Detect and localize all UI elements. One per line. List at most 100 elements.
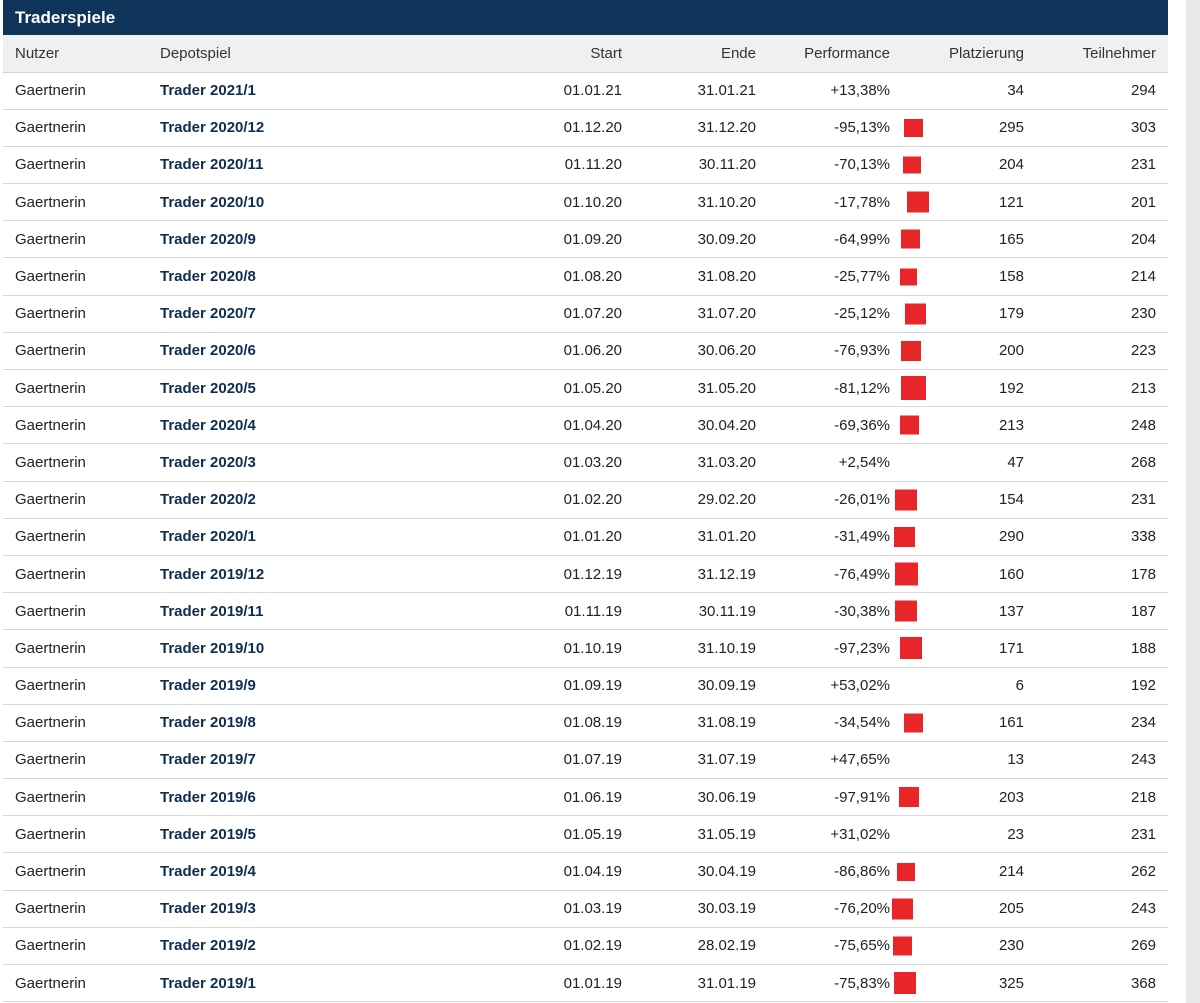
cell-nutzer: Gaertnerin	[3, 481, 160, 519]
cell-nutzer: Gaertnerin	[3, 815, 160, 854]
cell-depotspiel-link[interactable]: Trader 2019/2	[160, 927, 465, 966]
table-row: Gaertnerin Trader 2020/9 01.09.20 30.09.20-…	[3, 220, 1168, 259]
cell-depotspiel-link[interactable]: Trader 2020/9	[160, 220, 465, 259]
cell-performance: -70,13%	[756, 146, 921, 185]
table-row: Gaertnerin Trader 2019/1 01.01.19 31.01.19-…	[3, 964, 1168, 1003]
cell-nutzer: Gaertnerin	[3, 741, 160, 780]
cell-depotspiel-link[interactable]: Trader 2020/10	[160, 183, 465, 222]
performance-marker	[901, 376, 926, 401]
cell-depotspiel-link[interactable]: Trader 2019/11	[160, 592, 465, 631]
cell-depotspiel-link[interactable]: Trader 2021/1	[160, 72, 465, 110]
table-row: Gaertnerin Trader 2019/2 01.02.19 28.02.19-…	[3, 927, 1168, 966]
table-row: Gaertnerin Trader 2019/3 01.03.19 30.03.19-…	[3, 890, 1168, 928]
cell-teilnehmer: 231	[1024, 815, 1168, 854]
col-header-performance[interactable]: Performance	[756, 35, 890, 73]
cell-depotspiel-link[interactable]: Trader 2019/10	[160, 629, 465, 668]
cell-depotspiel-link[interactable]: Trader 2020/1	[160, 518, 465, 556]
cell-ende: 30.09.19	[622, 667, 756, 705]
cell-teilnehmer: 223	[1024, 332, 1168, 371]
traderspiele-panel: Traderspiele Nutzer Depotspiel Start End…	[3, 0, 1168, 1003]
col-header-start[interactable]: Start	[465, 35, 622, 73]
cell-depotspiel-link[interactable]: Trader 2019/7	[160, 741, 465, 780]
col-header-platzierung[interactable]: Platzierung	[890, 35, 1024, 73]
cell-teilnehmer: 231	[1024, 146, 1168, 185]
cell-start: 01.01.20	[465, 518, 622, 556]
cell-depotspiel-link[interactable]: Trader 2020/7	[160, 295, 465, 333]
col-header-ende[interactable]: Ende	[622, 35, 756, 73]
window-edge	[1186, 0, 1200, 1003]
col-header-teilnehmer[interactable]: Teilnehmer	[1024, 35, 1168, 73]
cell-performance: +2,54%	[756, 443, 890, 482]
table-body: Gaertnerin Trader 2021/1 01.01.21 31.01.21 +…	[3, 72, 1168, 1003]
performance-marker	[894, 526, 915, 547]
cell-depotspiel-link[interactable]: Trader 2020/4	[160, 406, 465, 445]
cell-ende: 30.04.19	[622, 852, 756, 891]
cell-ende: 30.06.19	[622, 778, 756, 817]
performance-marker	[901, 229, 920, 249]
cell-performance: -64,99%	[756, 220, 920, 259]
cell-nutzer: Gaertnerin	[3, 667, 160, 705]
cell-depotspiel-link[interactable]: Trader 2019/6	[160, 778, 465, 817]
cell-teilnehmer: 187	[1024, 592, 1168, 631]
cell-teilnehmer: 214	[1024, 257, 1168, 296]
cell-depotspiel-link[interactable]: Trader 2020/11	[160, 146, 465, 185]
cell-performance: -75,83%	[756, 964, 916, 1003]
performance-marker	[903, 156, 921, 174]
cell-start: 01.06.20	[465, 332, 622, 371]
cell-depotspiel-link[interactable]: Trader 2019/5	[160, 815, 465, 854]
cell-nutzer: Gaertnerin	[3, 332, 160, 371]
cell-performance: -76,20%	[756, 890, 913, 928]
cell-start: 01.03.19	[465, 890, 622, 928]
cell-depotspiel-link[interactable]: Trader 2019/8	[160, 704, 465, 742]
cell-performance: -26,01%	[756, 481, 917, 519]
cell-depotspiel-link[interactable]: Trader 2019/3	[160, 890, 465, 928]
cell-teilnehmer: 243	[1024, 890, 1168, 928]
cell-performance: -95,13%	[756, 109, 923, 147]
cell-start: 01.06.19	[465, 778, 622, 817]
table-row: Gaertnerin Trader 2019/5 01.05.19 31.05.19 +…	[3, 815, 1168, 854]
cell-performance: -81,12%	[756, 369, 926, 408]
cell-start: 01.12.20	[465, 109, 622, 147]
cell-depotspiel-link[interactable]: Trader 2019/1	[160, 964, 465, 1003]
cell-nutzer: Gaertnerin	[3, 555, 160, 594]
table-row: Gaertnerin Trader 2020/2 01.02.20 29.02.20-…	[3, 481, 1168, 519]
cell-depotspiel-link[interactable]: Trader 2019/4	[160, 852, 465, 891]
cell-teilnehmer: 234	[1024, 704, 1168, 742]
cell-nutzer: Gaertnerin	[3, 183, 160, 222]
cell-performance: +13,38%	[756, 72, 890, 110]
table-row: Gaertnerin Trader 2019/9 01.09.19 30.09.19 +…	[3, 667, 1168, 705]
cell-performance: +31,02%	[756, 815, 890, 854]
cell-depotspiel-link[interactable]: Trader 2020/5	[160, 369, 465, 408]
cell-nutzer: Gaertnerin	[3, 257, 160, 296]
cell-depotspiel-link[interactable]: Trader 2019/12	[160, 555, 465, 594]
table-row: Gaertnerin Trader 2019/12 01.12.19 31.12.19…	[3, 555, 1168, 594]
cell-depotspiel-link[interactable]: Trader 2019/9	[160, 667, 465, 705]
scrollbar-track[interactable]	[1168, 0, 1186, 1003]
cell-depotspiel-link[interactable]: Trader 2020/12	[160, 109, 465, 147]
cell-teilnehmer: 204	[1024, 220, 1168, 259]
cell-depotspiel-link[interactable]: Trader 2020/8	[160, 257, 465, 296]
col-header-nutzer[interactable]: Nutzer	[3, 35, 160, 73]
cell-ende: 31.01.21	[622, 72, 756, 110]
table-header-row: Nutzer Depotspiel Start Ende Performance…	[3, 35, 1168, 73]
cell-start: 01.01.19	[465, 964, 622, 1003]
table-row: Gaertnerin Trader 2020/8 01.08.20 31.08.20-…	[3, 257, 1168, 296]
table-row: Gaertnerin Trader 2020/1 01.01.20 31.01.20-…	[3, 518, 1168, 556]
performance-marker	[895, 489, 917, 511]
cell-depotspiel-link[interactable]: Trader 2020/3	[160, 443, 465, 482]
table-row: Gaertnerin Trader 2021/1 01.01.21 31.01.21 +…	[3, 72, 1168, 110]
cell-nutzer: Gaertnerin	[3, 295, 160, 333]
cell-ende: 30.04.20	[622, 406, 756, 445]
cell-start: 01.05.20	[465, 369, 622, 408]
cell-nutzer: Gaertnerin	[3, 109, 160, 147]
cell-nutzer: Gaertnerin	[3, 146, 160, 185]
cell-depotspiel-link[interactable]: Trader 2020/2	[160, 481, 465, 519]
cell-depotspiel-link[interactable]: Trader 2020/6	[160, 332, 465, 371]
cell-teilnehmer: 230	[1024, 295, 1168, 333]
cell-performance: -25,12%	[756, 295, 926, 333]
table-row: Gaertnerin Trader 2020/7 01.07.20 31.07.20-…	[3, 295, 1168, 333]
performance-marker	[895, 562, 918, 586]
table-row: Gaertnerin Trader 2020/6 01.06.20 30.06.20-…	[3, 332, 1168, 371]
col-header-depotspiel[interactable]: Depotspiel	[160, 35, 465, 73]
cell-nutzer: Gaertnerin	[3, 369, 160, 408]
